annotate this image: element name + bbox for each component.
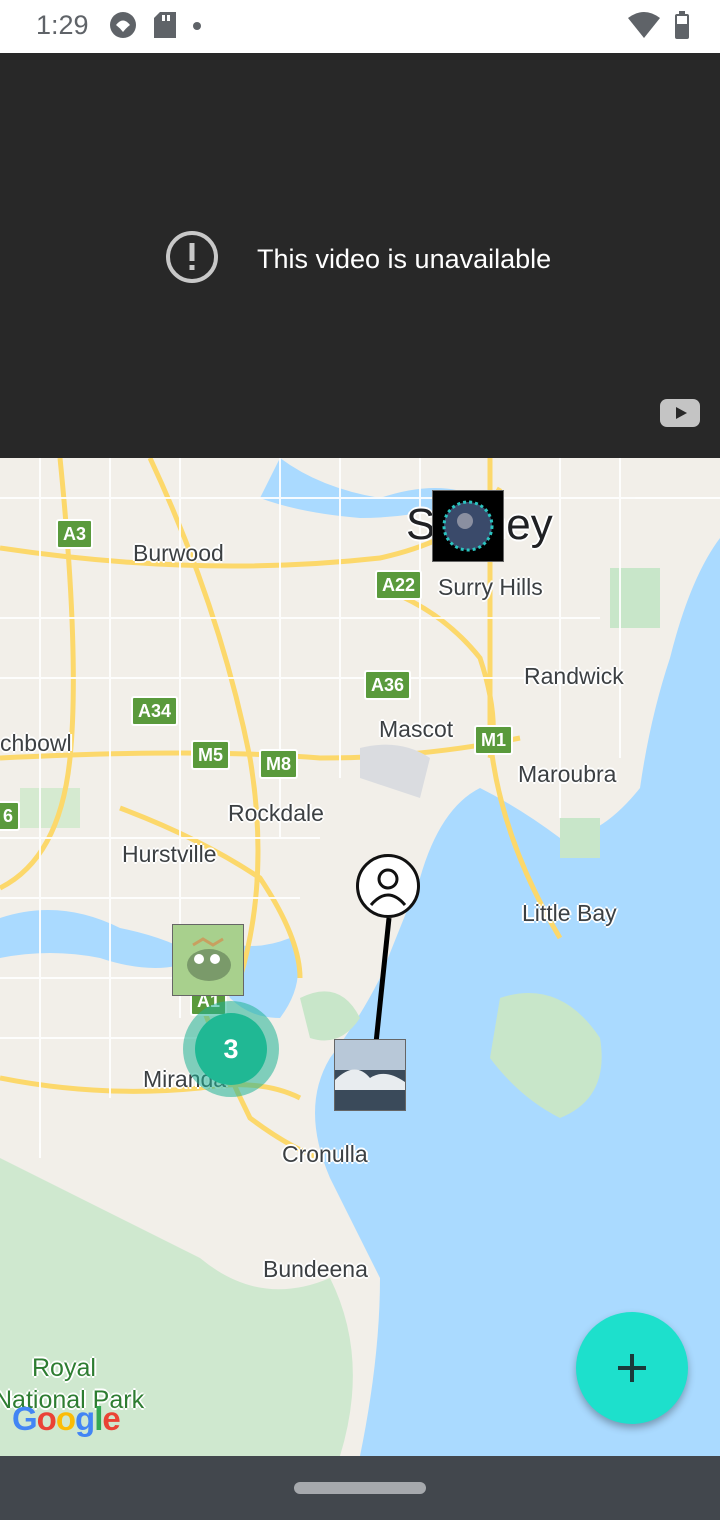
road-shield-m1: M1 [474, 725, 514, 755]
road-shield-a22: A22 [375, 570, 423, 600]
add-button[interactable] [576, 1312, 688, 1424]
road-shield-m8: M8 [259, 749, 299, 779]
road-shield-edge: 6 [0, 801, 21, 831]
incognito-icon [108, 10, 138, 45]
map-label-cronulla: Cronulla [282, 1141, 368, 1167]
map-label-mascot: Mascot [379, 716, 454, 742]
photo-marker-creature[interactable] [172, 924, 244, 996]
user-avatar-marker[interactable] [356, 854, 420, 918]
video-error-message: This video is unavailable [257, 244, 552, 274]
map-label-surry-hills: Surry Hills [438, 574, 543, 600]
map-label-hurstville: Hurstville [122, 841, 217, 867]
person-icon [369, 868, 407, 907]
navigation-bar [0, 1456, 720, 1520]
map-label-maroubra: Maroubra [518, 761, 617, 787]
plus-icon [618, 1354, 646, 1382]
map-label-royal: Royal [32, 1354, 96, 1382]
map-label-burwood: Burwood [133, 540, 224, 566]
road-shield-a34: A34 [131, 696, 179, 726]
home-handle[interactable] [294, 1482, 426, 1494]
map-label-chbowl: chbowl [0, 730, 72, 756]
road-shield-a3: A3 [56, 519, 94, 549]
map-view[interactable]: Sydney Burwood Surry Hills Randwick Masc… [0, 458, 720, 1456]
map-label-bundeena: Bundeena [263, 1256, 368, 1282]
alert-circle-icon [165, 230, 219, 289]
battery-icon [674, 10, 690, 44]
map-base [0, 458, 720, 1456]
wifi-icon [628, 11, 660, 43]
cluster-marker[interactable]: 3 [195, 1013, 267, 1085]
road-shield-a36: A36 [364, 670, 412, 700]
road-shield-m5: M5 [191, 740, 231, 770]
map-label-little-bay: Little Bay [522, 900, 617, 926]
dot-icon [192, 18, 202, 36]
photo-marker-waves[interactable] [334, 1039, 406, 1111]
status-time: 1:29 [36, 10, 89, 40]
map-label-rockdale: Rockdale [228, 800, 324, 826]
map-label-randwick: Randwick [524, 663, 624, 689]
video-player[interactable]: This video is unavailable [0, 53, 720, 458]
google-logo: Google [12, 1400, 121, 1437]
video-error: This video is unavailable [165, 230, 551, 289]
status-bar: 1:29 [0, 0, 720, 53]
photo-marker-sydney[interactable] [432, 490, 504, 562]
sd-card-icon [154, 11, 176, 43]
youtube-logo-icon[interactable] [660, 399, 700, 432]
